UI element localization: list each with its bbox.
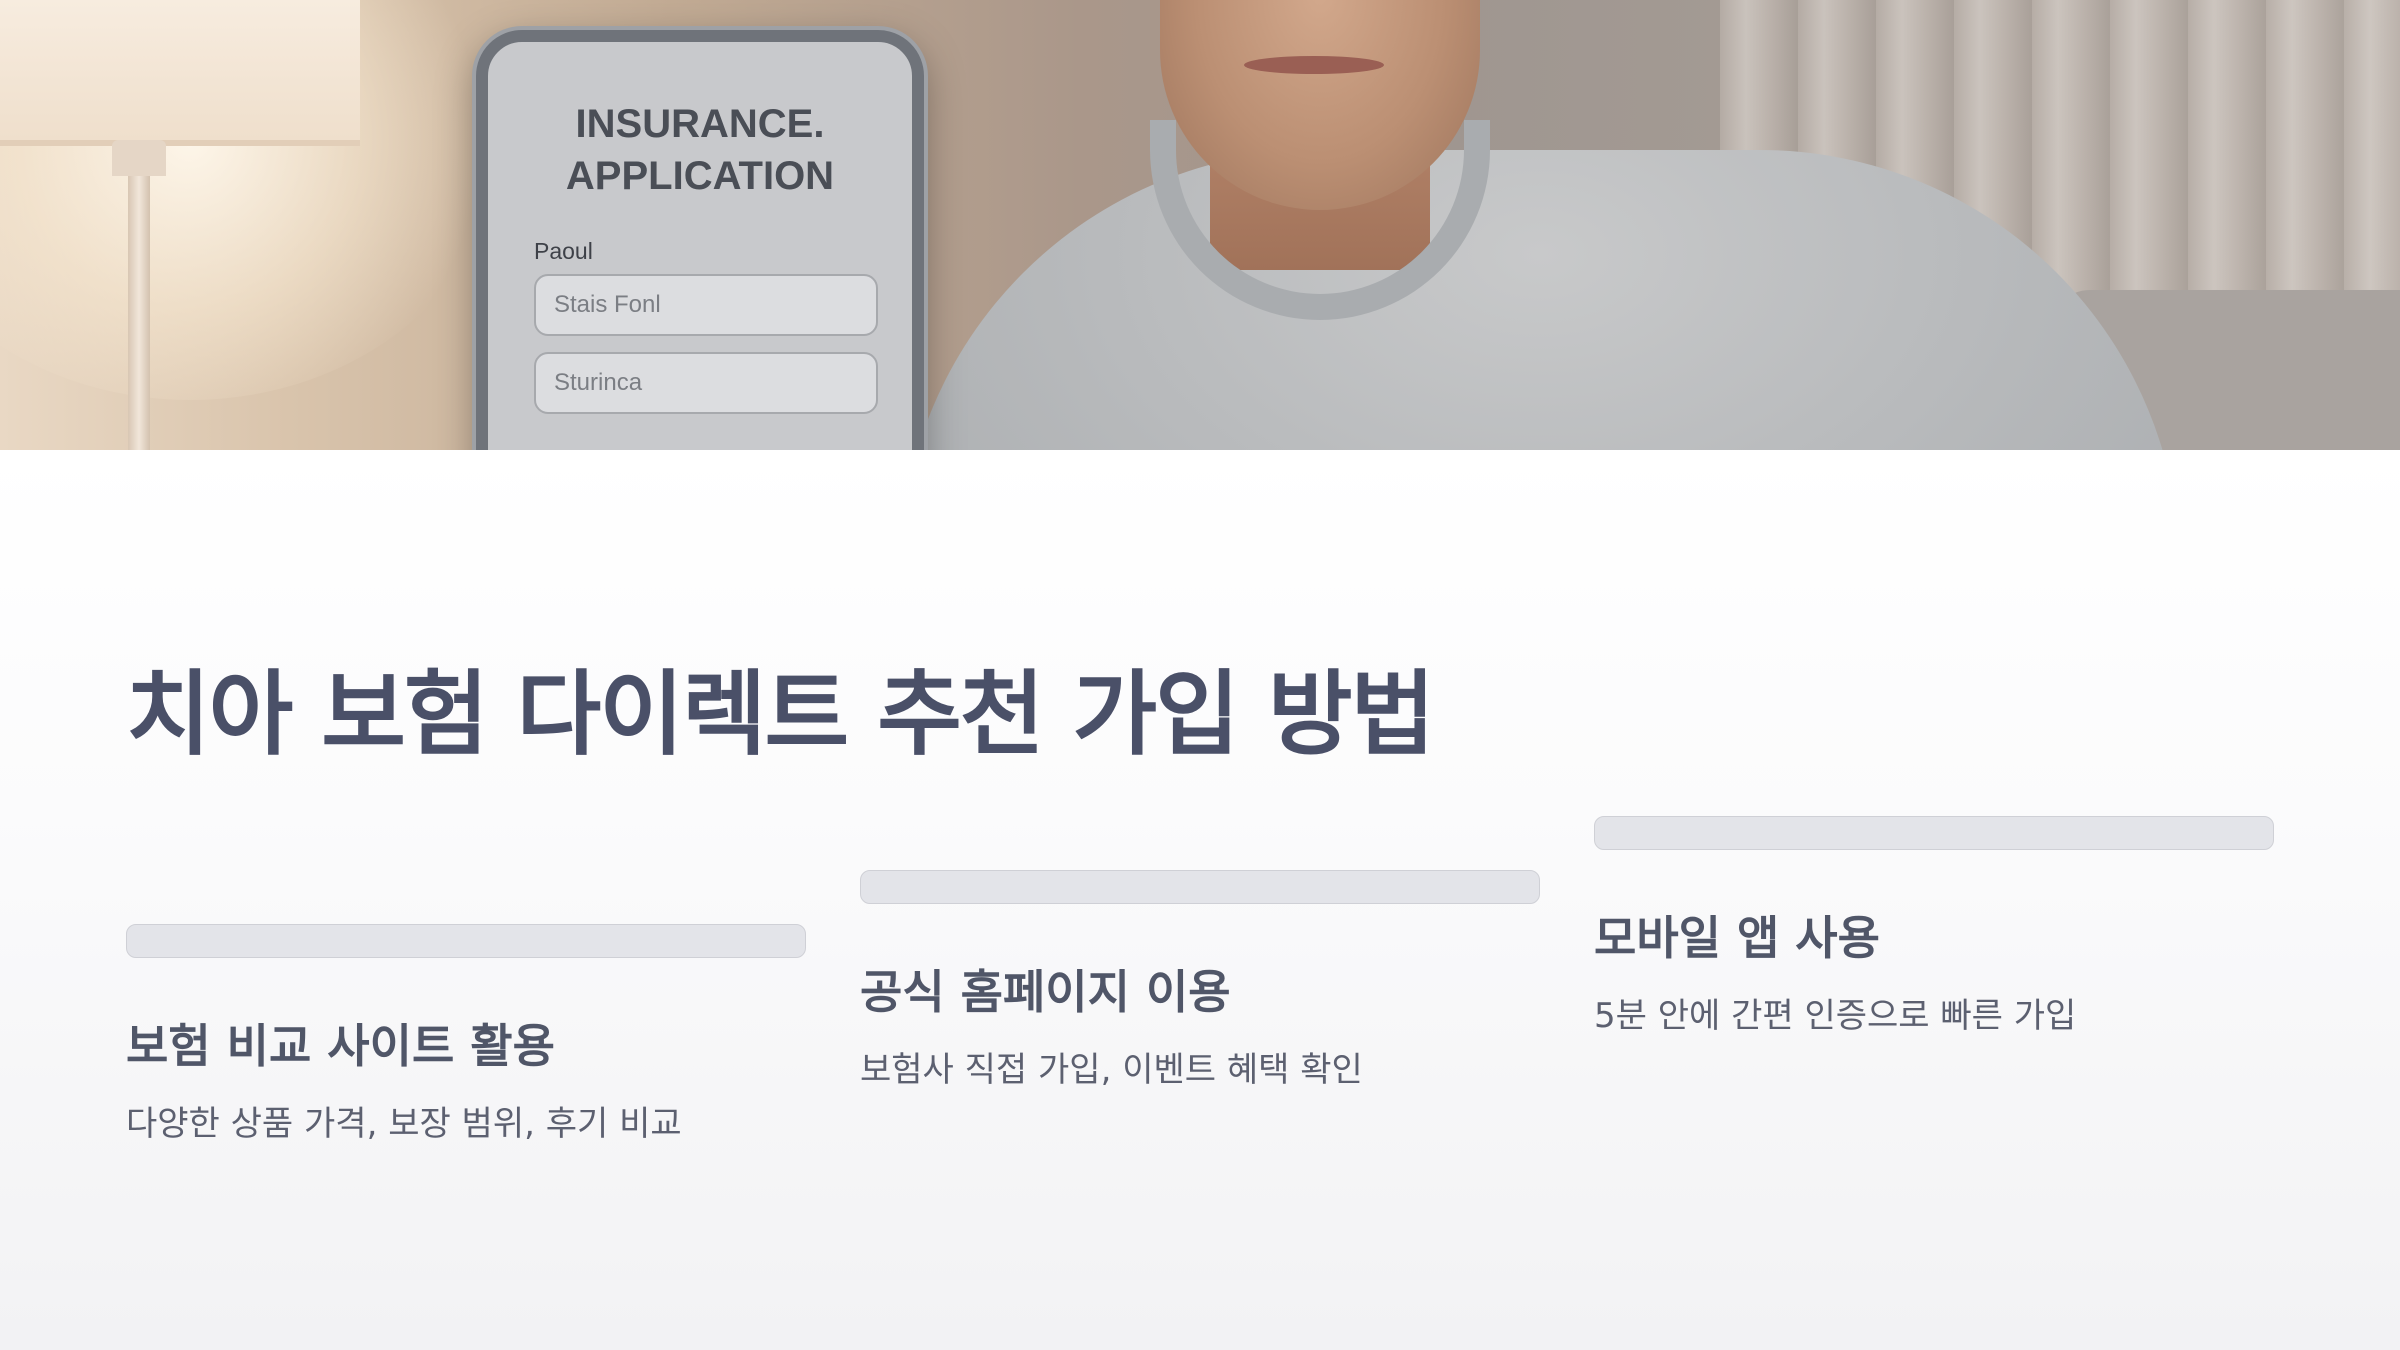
- lamp-shade: [0, 0, 360, 146]
- person-mouth: [1244, 56, 1384, 74]
- phone-title: INSURANCE. APPLICATION: [565, 102, 835, 198]
- phone-field-2: Sturinca: [534, 352, 878, 414]
- step-title: 모바일 앱 사용: [1594, 911, 1880, 965]
- step-card-2: 공식 홈페이지 이용 보험사 직접 가입, 이벤트 혜택 확인: [860, 870, 1540, 1090]
- lamp-base: [112, 140, 166, 176]
- step-bar: [860, 870, 1540, 904]
- phone-field-1: Stais Fonl: [534, 274, 878, 336]
- phone-mockup: INSURANCE. APPLICATION Paoul Stais Fonl …: [476, 30, 924, 450]
- step-title: 보험 비교 사이트 활용: [126, 1019, 555, 1073]
- lamp-stem: [128, 176, 150, 450]
- step-card-3: 모바일 앱 사용 5분 안에 간편 인증으로 빠른 가입: [1594, 816, 2274, 1036]
- step-bar: [126, 924, 806, 958]
- step-bar: [1594, 816, 2274, 850]
- phone-field-label: Paoul: [534, 238, 593, 264]
- step-description: 5분 안에 간편 인증으로 빠른 가입: [1594, 996, 2077, 1036]
- step-description: 보험사 직접 가입, 이벤트 혜택 확인: [860, 1050, 1363, 1090]
- step-title: 공식 홈페이지 이용: [860, 965, 1231, 1019]
- step-description: 다양한 상품 가격, 보장 범위, 후기 비교: [126, 1104, 682, 1144]
- page-title: 치아 보험 다이렉트 추천 가입 방법: [126, 661, 1435, 768]
- step-card-1: 보험 비교 사이트 활용 다양한 상품 가격, 보장 범위, 후기 비교: [126, 924, 806, 1144]
- hero-image: INSURANCE. APPLICATION Paoul Stais Fonl …: [0, 0, 2400, 450]
